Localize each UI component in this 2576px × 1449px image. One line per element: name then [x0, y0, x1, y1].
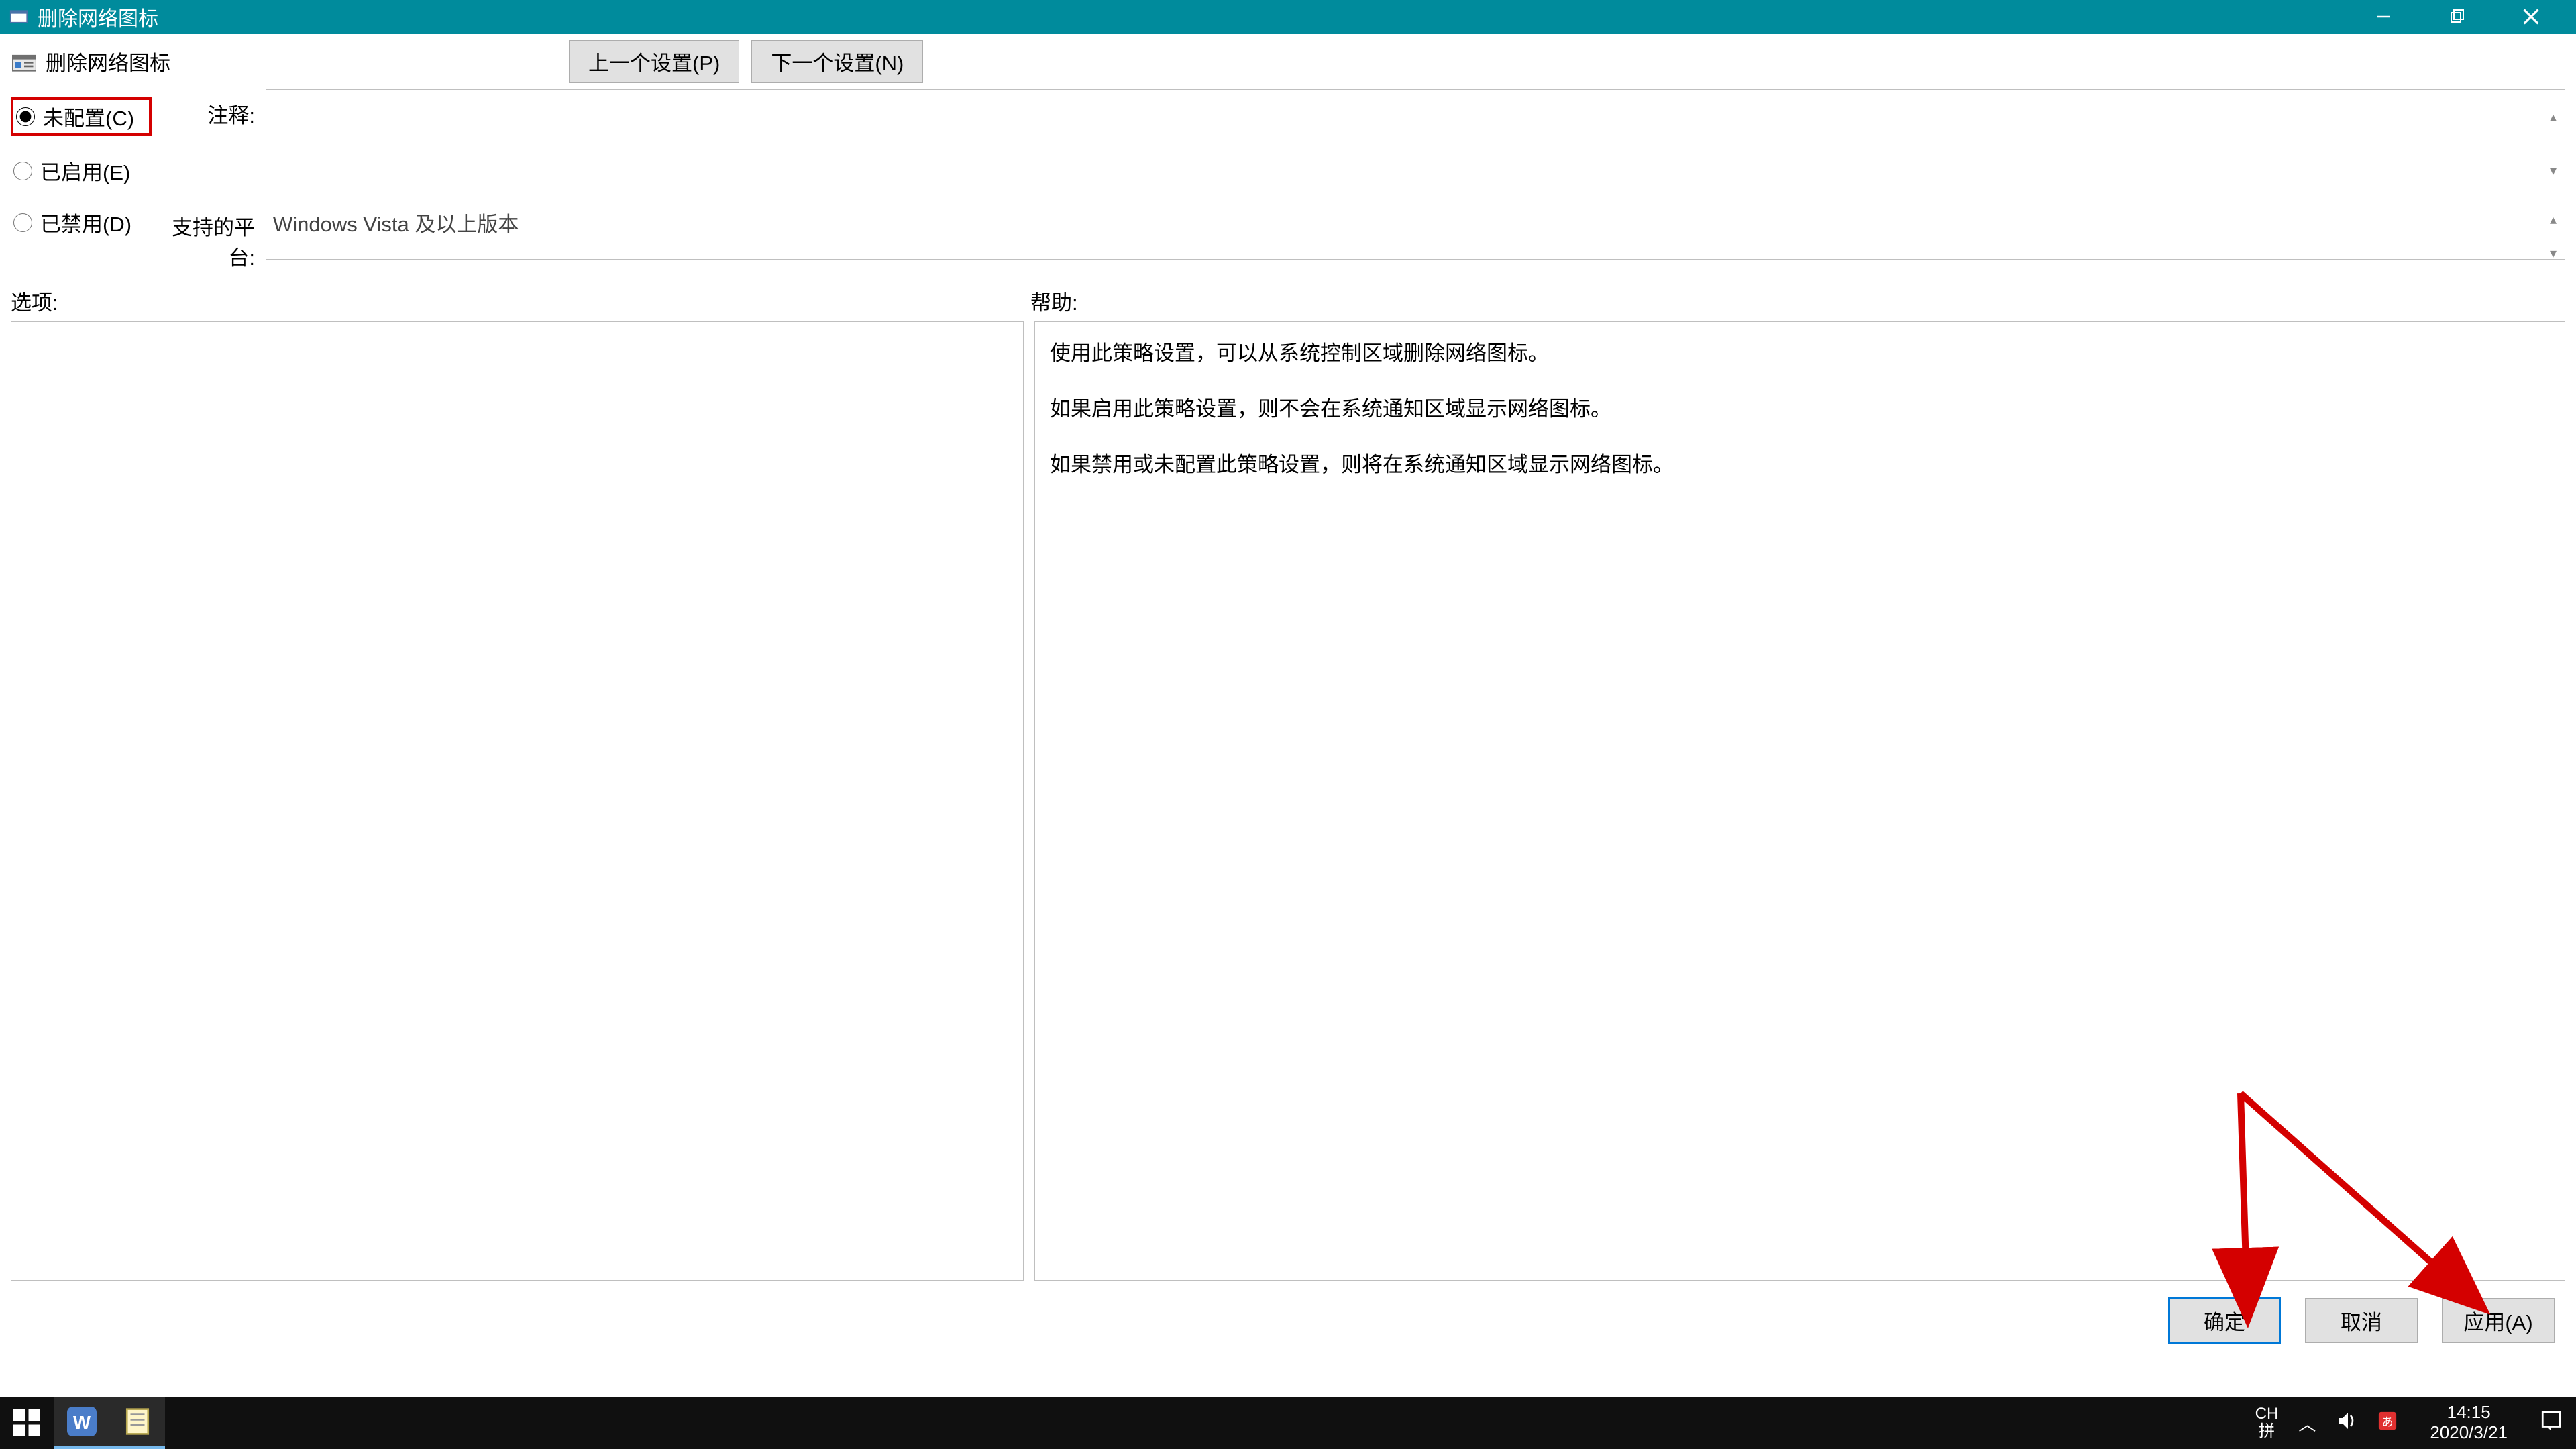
panels-row: 使用此策略设置，可以从系统控制区域删除网络图标。 如果启用此策略设置，则不会在系…	[0, 321, 2576, 1281]
system-tray: CH 拼 ︿ あ 14:15 2020/3/21	[2255, 1403, 2576, 1443]
window-title: 删除网络图标	[38, 2, 2347, 32]
chevron-up-icon[interactable]: ▴	[2542, 91, 2564, 144]
prev-setting-button[interactable]: 上一个设置(P)	[569, 40, 739, 83]
radio-not-configured[interactable]: 未配置(C)	[11, 97, 152, 136]
radio-enabled-label: 已启用(E)	[40, 156, 130, 186]
comment-scroll[interactable]: ▴ ▾	[2542, 91, 2564, 197]
options-label: 选项:	[11, 286, 1030, 316]
help-panel: 使用此策略设置，可以从系统控制区域删除网络图标。 如果启用此策略设置，则不会在系…	[1034, 321, 2565, 1281]
svg-text:W: W	[73, 1412, 91, 1433]
cancel-button[interactable]: 取消	[2305, 1298, 2418, 1343]
supported-input: Windows Vista 及以上版本	[266, 203, 2565, 260]
tray-clock[interactable]: 14:15 2020/3/21	[2418, 1403, 2520, 1443]
supported-scroll[interactable]: ▴ ▾	[2542, 203, 2564, 270]
start-button[interactable]	[0, 1397, 54, 1449]
help-text-p1: 使用此策略设置，可以从系统控制区域删除网络图标。	[1050, 334, 2550, 374]
close-button[interactable]	[2494, 0, 2568, 34]
tray-notifications-icon[interactable]	[2540, 1409, 2563, 1437]
help-text-p3: 如果禁用或未配置此策略设置，则将在系统通知区域显示网络图标。	[1050, 445, 2550, 485]
header-row: 删除网络图标 上一个设置(P) 下一个设置(N)	[0, 34, 2576, 89]
tray-language[interactable]: CH 拼	[2255, 1405, 2279, 1441]
ok-button[interactable]: 确定	[2168, 1297, 2281, 1344]
chevron-up-icon[interactable]: ▴	[2542, 203, 2564, 236]
radio-not-configured-label: 未配置(C)	[43, 101, 134, 131]
apply-button[interactable]: 应用(A)	[2442, 1298, 2555, 1343]
window-icon	[8, 6, 30, 28]
taskbar-app-notepad[interactable]	[110, 1397, 165, 1449]
config-grid: 未配置(C) 已启用(E) 已禁用(D) 注释: ▴ ▾ 支持的平台: W	[0, 89, 2576, 271]
dialog-buttons: 确定 取消 应用(A)	[0, 1281, 2576, 1360]
tray-ime-icon[interactable]: あ	[2377, 1411, 2398, 1436]
tray-chevron-up-icon[interactable]: ︿	[2298, 1411, 2316, 1436]
tray-volume-icon[interactable]	[2336, 1410, 2357, 1436]
radio-enabled[interactable]: 已启用(E)	[11, 154, 152, 187]
supported-label: 支持的平台:	[152, 201, 266, 271]
tray-time: 14:15	[2430, 1403, 2508, 1423]
policy-name: 删除网络图标	[46, 46, 569, 76]
taskbar-app-wps[interactable]: W	[54, 1397, 110, 1449]
radio-not-configured-input[interactable]	[16, 107, 35, 126]
panels-labels: 选项: 帮助:	[0, 271, 2576, 321]
chevron-down-icon[interactable]: ▾	[2542, 236, 2564, 270]
radio-disabled[interactable]: 已禁用(D)	[11, 206, 152, 239]
maximize-button[interactable]	[2420, 0, 2494, 34]
titlebar: 删除网络图标	[0, 0, 2576, 34]
svg-text:あ: あ	[2382, 1415, 2394, 1428]
chevron-down-icon[interactable]: ▾	[2542, 144, 2564, 198]
options-panel	[11, 321, 1024, 1281]
radio-disabled-label: 已禁用(D)	[40, 207, 131, 237]
radio-disabled-input[interactable]	[13, 213, 32, 232]
comment-label: 注释:	[152, 89, 266, 199]
next-setting-button[interactable]: 下一个设置(N)	[751, 40, 923, 83]
tray-date: 2020/3/21	[2430, 1423, 2508, 1443]
comment-input[interactable]	[266, 89, 2565, 193]
policy-icon	[11, 48, 38, 75]
help-text-p2: 如果启用此策略设置，则不会在系统通知区域显示网络图标。	[1050, 390, 2550, 429]
radio-column: 未配置(C) 已启用(E) 已禁用(D)	[11, 89, 152, 271]
help-label: 帮助:	[1030, 286, 1078, 316]
minimize-button[interactable]	[2347, 0, 2420, 34]
radio-enabled-input[interactable]	[13, 162, 32, 180]
taskbar: W CH 拼 ︿ あ 14:15 2020/3/21	[0, 1397, 2576, 1449]
